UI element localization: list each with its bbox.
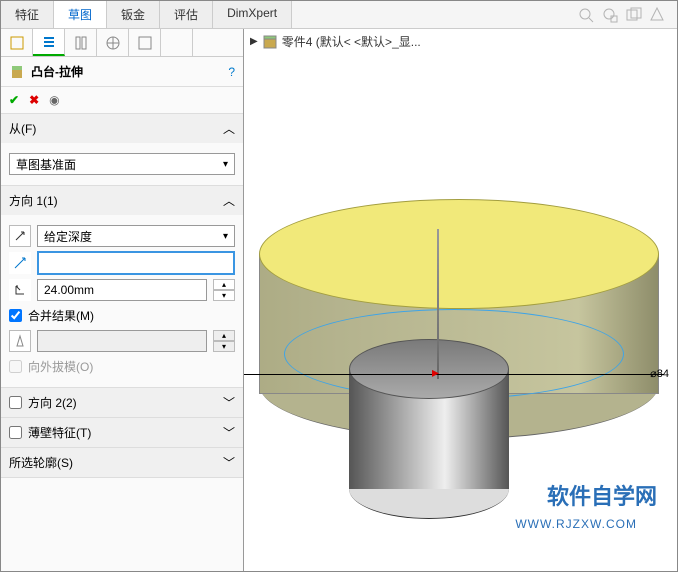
feature-name: 凸台-拉伸 [31,63,83,80]
help-icon[interactable]: ? [228,65,235,79]
small-cylinder-model [344,339,514,519]
section-dir2-header[interactable]: 方向 2(2) ﹀ [1,388,243,417]
view-tools [567,1,677,28]
part-icon [262,34,278,50]
tab-evaluate[interactable]: 评估 [160,1,213,28]
depth-icon [9,279,31,301]
section-from-label: 从(F) [9,120,36,137]
draft-outward-checkbox: 向外拔模(O) [9,358,235,375]
chevron-down-icon: ﹀ [223,454,235,471]
section-thin-header[interactable]: 薄壁特征(T) ﹀ [1,418,243,447]
ptab-display[interactable] [129,29,161,56]
chevron-down-icon: ﹀ [223,394,235,411]
prev-view-icon[interactable] [625,6,643,24]
chevron-down-icon: ﹀ [223,424,235,441]
tab-sketch[interactable]: 草图 [54,1,107,28]
zoom-fit-icon[interactable] [577,6,595,24]
section-dir1-label: 方向 1(1) [9,192,58,209]
preview-icon[interactable]: ◉ [49,93,59,107]
watermark-text: 软件自学网 [547,479,657,511]
top-tabbar: 特征 草图 钣金 评估 DimXpert [1,1,677,29]
reverse-direction-button[interactable] [9,225,31,247]
watermark-url: WWW.RJZXW.COM [515,517,637,531]
depth-spin-down[interactable]: ▾ [213,290,235,301]
cancel-button[interactable]: ✖ [29,93,39,107]
graphics-viewport[interactable]: ▶ 零件4 (默认< <默认>_显... ▸ ⌀84 软件自学网 WWW.RJZ… [244,29,677,571]
draft-spin-up: ▴ [213,330,235,341]
end-condition-dropdown[interactable]: 给定深度▾ [37,225,235,247]
tab-dimxpert[interactable]: DimXpert [213,1,292,28]
depth-spin-up[interactable]: ▴ [213,279,235,290]
direction-reference-input[interactable] [37,251,235,275]
panel-tabs [1,29,243,57]
feature-title-bar: 凸台-拉伸 ? [1,57,243,87]
ptab-property[interactable] [33,29,65,56]
tab-feature[interactable]: 特征 [1,1,54,28]
tab-sheetmetal[interactable]: 钣金 [107,1,160,28]
ptab-config[interactable] [65,29,97,56]
ptab-feature-tree[interactable] [1,29,33,56]
dir2-checkbox[interactable] [9,396,22,409]
zoom-area-icon[interactable] [601,6,619,24]
section-from-header[interactable]: 从(F) ︿ [1,114,243,143]
chevron-up-icon: ︿ [223,120,235,137]
horizontal-axis [244,374,664,375]
direction-vector-icon[interactable] [9,252,31,274]
merge-result-checkbox[interactable]: 合并结果(M) [9,307,235,324]
section-contour-header[interactable]: 所选轮廓(S) ﹀ [1,448,243,477]
confirm-bar: ✔ ✖ ◉ [1,87,243,114]
ptab-extra[interactable] [161,29,193,56]
ptab-dimension[interactable] [97,29,129,56]
draft-spin-down: ▾ [213,341,235,352]
draft-angle-input [37,330,207,352]
property-manager: 凸台-拉伸 ? ✔ ✖ ◉ 从(F) ︿ 草图基准面▾ [1,29,244,571]
ok-button[interactable]: ✔ [9,93,19,107]
vertical-axis [437,229,439,379]
thin-checkbox[interactable] [9,426,22,439]
depth-input[interactable] [37,279,207,301]
section-view-icon[interactable] [649,6,667,24]
diameter-dimension[interactable]: ⌀84 [650,367,669,380]
expand-tree-icon[interactable]: ▶ [250,36,258,47]
feature-tree-crumb[interactable]: ▶ 零件4 (默认< <默认>_显... [250,33,421,50]
draft-button[interactable] [9,330,31,352]
extrude-boss-icon [9,64,25,80]
origin-triad: ▸ [432,364,439,381]
section-dir1-header[interactable]: 方向 1(1) ︿ [1,186,243,215]
chevron-up-icon: ︿ [223,192,235,209]
from-dropdown[interactable]: 草图基准面▾ [9,153,235,175]
